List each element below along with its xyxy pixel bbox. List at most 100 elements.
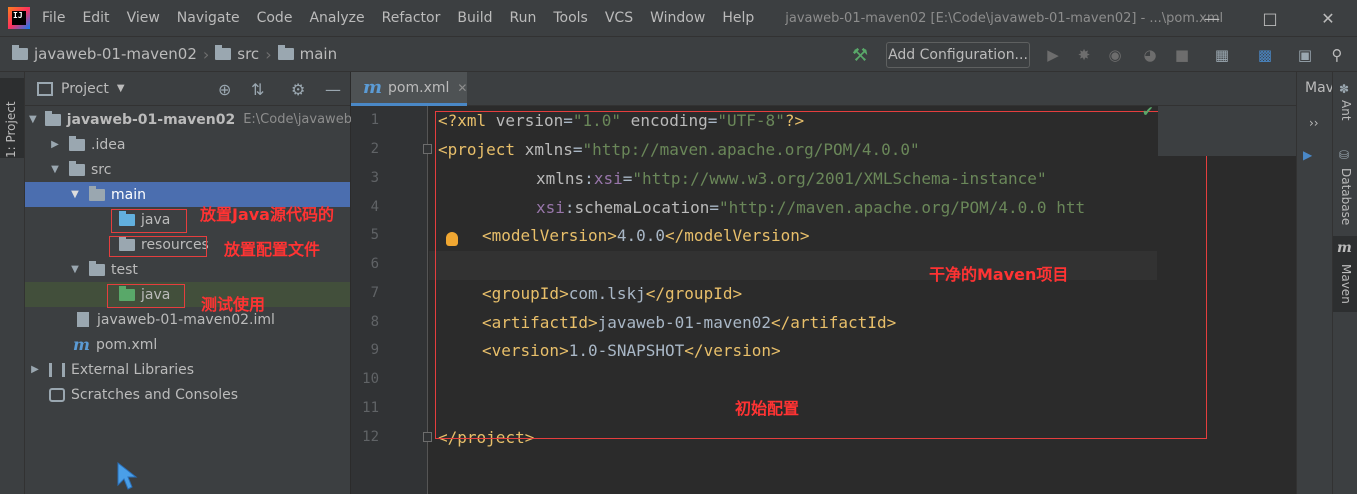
project-tool-label: 1: Project	[4, 101, 18, 158]
menu-tools[interactable]: Tools	[553, 10, 588, 26]
maven-tool-label: Maven	[1339, 264, 1353, 304]
menu-help[interactable]: Help	[722, 10, 754, 26]
add-configuration-button[interactable]: Add Configuration...	[886, 42, 1030, 68]
collapse-all-icon[interactable]: ⇅	[251, 80, 264, 99]
project-view-selector[interactable]: Project	[61, 81, 109, 97]
folder-icon	[69, 135, 85, 151]
menu-vcs[interactable]: VCS	[605, 10, 633, 26]
search-icon[interactable]: ⚲	[1328, 46, 1346, 64]
tree-item-idea[interactable]: ▶ .idea	[25, 132, 350, 157]
stop-icon[interactable]: ■	[1173, 46, 1191, 64]
menu-refactor[interactable]: Refactor	[382, 10, 441, 26]
debug-icon[interactable]: ✸	[1075, 46, 1093, 64]
chevron-down-icon[interactable]: ▼	[117, 83, 125, 94]
menu-bar: IJ File Edit View Navigate Code Analyze …	[0, 0, 1357, 36]
tree-item-project-root[interactable]: ▼ javaweb-01-maven02 E:\Code\javaweb-	[25, 107, 357, 132]
menu-build[interactable]: Build	[457, 10, 492, 26]
breadcrumb-label: javaweb-01-maven02	[34, 45, 197, 63]
maven-tool-tab[interactable]: m Maven	[1333, 236, 1357, 312]
library-icon	[49, 362, 65, 377]
close-window-button[interactable]: ✕	[1299, 0, 1357, 36]
breadcrumb-src[interactable]: src	[215, 45, 259, 63]
tree-item-label: main	[111, 186, 146, 203]
hammer-icon[interactable]: ⚒	[852, 45, 868, 66]
tree-item-pom[interactable]: m pom.xml	[25, 332, 350, 357]
line-number: 5	[370, 227, 379, 243]
run-icon[interactable]: ▶	[1044, 46, 1062, 64]
annotation-resources-config: 放置配置文件	[224, 240, 321, 259]
database-tool-label[interactable]: Database	[1339, 168, 1353, 225]
tree-item-src[interactable]: ▼ src	[25, 157, 350, 182]
editor-tab-bar: m pom.xml ✕	[351, 72, 1296, 106]
project-view-icon	[37, 81, 53, 96]
menu-analyze[interactable]: Analyze	[309, 10, 364, 26]
menu-window[interactable]: Window	[650, 10, 705, 26]
maven-file-icon: m	[73, 335, 90, 354]
hide-icon[interactable]: —	[325, 80, 341, 99]
project-tool-tab[interactable]: 1: Project	[0, 78, 24, 158]
translate-icon[interactable]: ▩	[1256, 46, 1274, 64]
tree-item-test-java[interactable]: java	[25, 282, 350, 307]
profile-icon[interactable]: ◕	[1141, 46, 1159, 64]
folder-icon	[12, 45, 28, 60]
menu-file[interactable]: File	[42, 10, 65, 26]
menu-edit[interactable]: Edit	[82, 10, 109, 26]
maven-file-icon: m	[363, 77, 383, 98]
project-structure-icon[interactable]: ▦	[1213, 46, 1231, 64]
tree-item-label: javaweb-01-maven02	[66, 111, 236, 128]
left-tool-strip: 1: Project	[0, 72, 25, 494]
presentation-icon[interactable]: ▣	[1296, 46, 1314, 64]
close-icon[interactable]: ✕	[457, 81, 467, 95]
maximize-button[interactable]: □	[1241, 0, 1299, 36]
maven-panel: Mav ›› ▶	[1296, 72, 1334, 494]
tree-item-test[interactable]: ▼ test	[25, 257, 350, 282]
tree-item-iml[interactable]: javaweb-01-maven02.iml	[25, 307, 350, 332]
window-title: javaweb-01-maven02 [E:\Code\javaweb-01-m…	[785, 10, 1224, 26]
minimize-button[interactable]: —	[1183, 0, 1241, 36]
coverage-icon[interactable]: ◉	[1106, 46, 1124, 64]
gear-icon[interactable]: ⚙	[291, 80, 305, 99]
ant-tool-label[interactable]: Ant	[1339, 100, 1353, 121]
locate-icon[interactable]: ⊕	[218, 80, 231, 99]
menu-view[interactable]: View	[127, 10, 160, 26]
annotation-box-main-java	[111, 209, 187, 233]
breadcrumb-main[interactable]: main	[277, 45, 337, 63]
folder-icon	[277, 45, 294, 60]
tree-item-label: pom.xml	[95, 336, 158, 353]
tab-pom-xml[interactable]: m pom.xml ✕	[351, 72, 467, 106]
tree-item-scratches[interactable]: Scratches and Consoles	[25, 382, 350, 407]
expand-icon[interactable]: ››	[1309, 116, 1319, 130]
breadcrumb-project[interactable]: javaweb-01-maven02	[12, 45, 197, 63]
folder-icon	[89, 260, 105, 276]
line-number: 12	[362, 429, 379, 445]
collapse-arrow-icon[interactable]: ▶	[29, 364, 41, 375]
scratches-icon	[49, 387, 65, 402]
module-file-icon	[77, 312, 89, 327]
line-number: 9	[370, 342, 379, 358]
project-panel: Project ▼ ⊕ ⇅ ⚙ — ▼ javaweb-01-maven02 E…	[25, 72, 357, 494]
line-number: 11	[362, 400, 379, 416]
tree-item-label: External Libraries	[71, 361, 194, 378]
tree-item-path-hint: E:\Code\javaweb-	[243, 112, 357, 127]
folder-icon	[215, 45, 232, 60]
tree-item-external-libraries[interactable]: ▶ External Libraries	[25, 357, 350, 382]
expand-arrow-icon[interactable]: ▼	[69, 264, 81, 275]
right-tool-strip: ✽ Ant ⛁ Database m Maven	[1332, 72, 1357, 494]
intellij-logo-icon: IJ	[8, 7, 30, 29]
expand-arrow-icon[interactable]: ▼	[29, 114, 37, 125]
menu-run[interactable]: Run	[510, 10, 537, 26]
annotation-java-source: 放置Java源代码的	[200, 205, 334, 224]
code-minimap[interactable]	[1158, 106, 1296, 156]
run-icon[interactable]: ▶	[1303, 148, 1312, 162]
database-icon: ⛁	[1339, 148, 1350, 162]
line-number: 7	[370, 285, 379, 301]
annotation-box-resources	[109, 236, 207, 257]
line-number: 2	[370, 141, 379, 157]
menu-navigate[interactable]: Navigate	[177, 10, 240, 26]
line-number-gutter: 1 2 3 4 5 6 7 8 9 10 11 12	[351, 106, 432, 494]
collapse-arrow-icon[interactable]: ▶	[49, 139, 61, 150]
expand-arrow-icon[interactable]: ▼	[49, 164, 61, 175]
menu-code[interactable]: Code	[257, 10, 293, 26]
line-number: 3	[370, 170, 379, 186]
expand-arrow-icon[interactable]: ▼	[69, 189, 81, 200]
